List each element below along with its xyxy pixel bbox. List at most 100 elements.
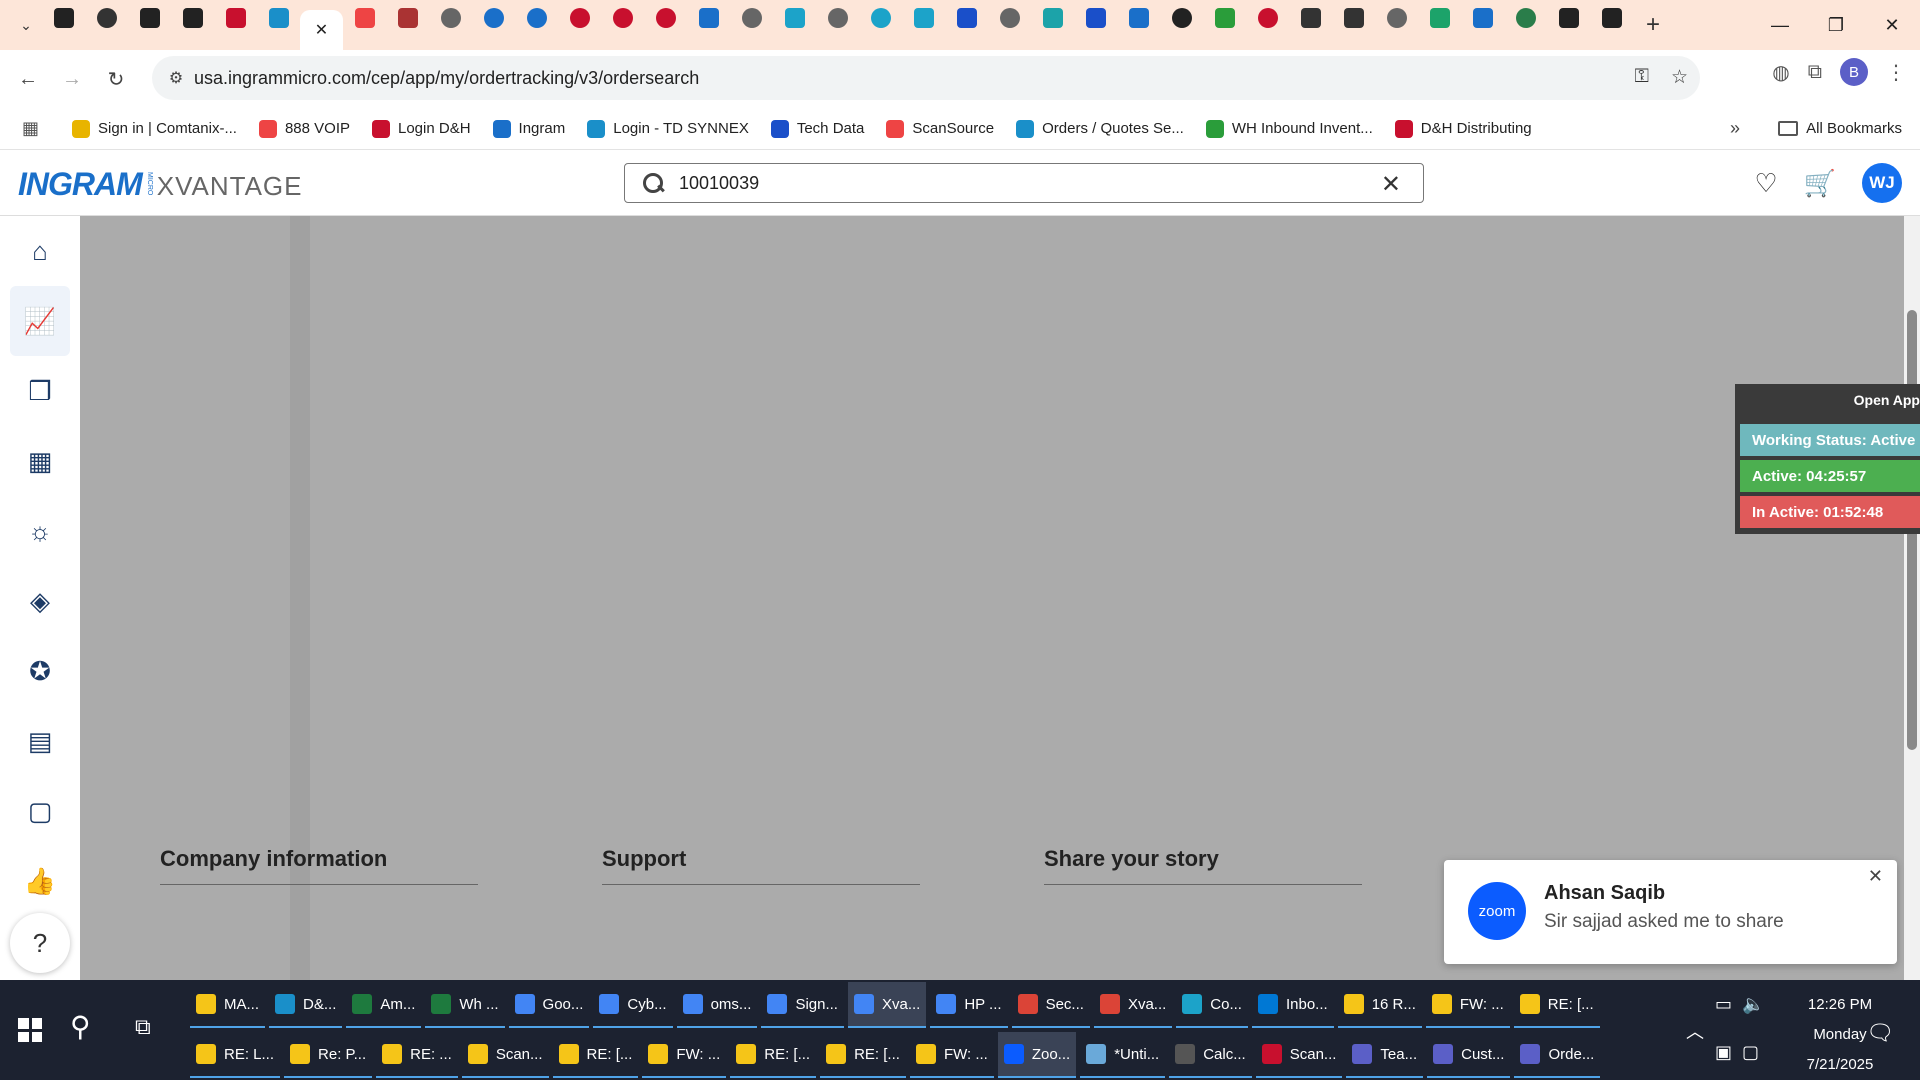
translate-globe-icon[interactable]: ◍ <box>1772 60 1789 85</box>
cart-icon[interactable]: 🛒 <box>1804 168 1836 199</box>
taskbar-app-button[interactable]: Scan... <box>461 1032 549 1078</box>
browser-tab[interactable] <box>859 0 902 36</box>
browser-tab[interactable] <box>1203 0 1246 36</box>
browser-tab[interactable] <box>85 0 128 36</box>
browser-tab[interactable] <box>171 0 214 36</box>
browser-tab[interactable] <box>1461 0 1504 36</box>
search-input[interactable] <box>679 172 1339 194</box>
taskbar-app-button[interactable]: Xva... <box>1093 982 1173 1028</box>
taskbar-app-button[interactable]: Sign... <box>761 982 844 1028</box>
sidebar-item-home[interactable]: ⌂ <box>0 216 80 286</box>
taskbar-app-button[interactable]: Xva... <box>847 982 927 1028</box>
task-view-icon[interactable]: ⧉ <box>135 1014 151 1040</box>
url-text[interactable]: usa.ingrammicro.com/cep/app/my/ordertrac… <box>194 68 699 89</box>
help-button[interactable]: ? <box>10 913 70 973</box>
browser-tab[interactable] <box>386 0 429 36</box>
browser-tab[interactable] <box>644 0 687 36</box>
taskbar-app-button[interactable]: RE: ... <box>376 1032 458 1078</box>
sidebar-item-thumbs-up[interactable]: 👍 <box>0 846 80 916</box>
user-avatar[interactable]: WJ <box>1862 163 1902 203</box>
open-app-button[interactable]: Open App <box>1854 392 1920 408</box>
bookmark-item[interactable]: Ingram <box>492 119 565 138</box>
search-icon[interactable] <box>641 171 665 195</box>
taskbar-app-button[interactable]: RE: [... <box>552 1032 639 1078</box>
back-button[interactable]: ← <box>6 59 50 99</box>
taskbar-app-button[interactable]: oms... <box>676 982 758 1028</box>
browser-tab[interactable] <box>1117 0 1160 36</box>
sidebar-item-stack[interactable]: ◈ <box>0 566 80 636</box>
browser-tab[interactable] <box>343 0 386 36</box>
battery-icon[interactable]: ▭ <box>1715 994 1732 1015</box>
taskbar-app-button[interactable]: Orde... <box>1514 1032 1601 1078</box>
sidebar-item-warehouse[interactable]: ▦ <box>0 426 80 496</box>
password-key-icon[interactable]: ⚿ <box>1634 66 1648 89</box>
browser-tab[interactable] <box>1547 0 1590 36</box>
clear-search-icon[interactable]: ✕ <box>1381 170 1401 199</box>
taskbar-app-button[interactable]: Scan... <box>1255 1032 1343 1078</box>
sidebar-item-calendar[interactable]: ▤ <box>0 706 80 776</box>
taskbar-app-button[interactable]: Re: P... <box>284 1032 373 1078</box>
taskbar-app-button[interactable]: Inbo... <box>1251 982 1334 1028</box>
zoom-notification[interactable]: zoom Ahsan Saqib Sir sajjad asked me to … <box>1444 860 1897 964</box>
taskbar-app-button[interactable]: RE: L... <box>190 1032 281 1078</box>
tab-search-chevron-icon[interactable]: ⌄ <box>10 9 42 41</box>
browser-tab[interactable] <box>472 0 515 36</box>
browser-tab[interactable] <box>128 0 171 36</box>
taskbar-app-button[interactable]: RE: [... <box>1513 982 1600 1028</box>
close-notification-icon[interactable]: ✕ <box>1868 866 1883 887</box>
page-scrollbar[interactable] <box>1904 216 1920 980</box>
taskbar-app-button[interactable]: FW: ... <box>909 1032 994 1078</box>
browser-tab[interactable] <box>1160 0 1203 36</box>
browser-tab[interactable] <box>687 0 730 36</box>
taskbar-search-icon[interactable]: ⚲ <box>70 1010 91 1043</box>
taskbar-app-button[interactable]: FW: ... <box>642 1032 727 1078</box>
taskbar-app-button[interactable]: *Unti... <box>1080 1032 1166 1078</box>
reload-button[interactable]: ↻ <box>94 59 138 99</box>
bookmark-item[interactable]: 888 VOIP <box>258 119 350 138</box>
browser-tab[interactable] <box>1504 0 1547 36</box>
taskbar-app-button[interactable]: Zoo... <box>997 1032 1077 1078</box>
browser-tab[interactable] <box>1246 0 1289 36</box>
browser-tab[interactable] <box>988 0 1031 36</box>
extensions-puzzle-icon[interactable]: ⧉ <box>1808 61 1822 84</box>
site-info-icon[interactable]: ⚙ <box>158 68 194 88</box>
browser-tab[interactable] <box>730 0 773 36</box>
bookmark-item[interactable]: Login - TD SYNNEX <box>587 119 749 138</box>
browser-tab[interactable] <box>1031 0 1074 36</box>
sidebar-item-analytics[interactable]: 📈 <box>10 286 70 356</box>
network-icon[interactable]: ▣ <box>1715 1042 1732 1063</box>
taskbar-app-button[interactable]: FW: ... <box>1425 982 1510 1028</box>
bookmark-item[interactable]: D&H Distributing <box>1394 119 1532 138</box>
start-button[interactable] <box>10 1010 50 1050</box>
browser-tab[interactable] <box>558 0 601 36</box>
all-bookmarks-button[interactable]: All Bookmarks <box>1778 120 1902 137</box>
new-tab-button[interactable]: + <box>1637 9 1669 41</box>
browser-tab[interactable] <box>1074 0 1117 36</box>
bookmark-item[interactable]: WH Inbound Invent... <box>1205 119 1373 138</box>
sidebar-item-lightbulb[interactable]: ☼ <box>0 496 80 566</box>
browser-tab[interactable] <box>945 0 988 36</box>
taskbar-app-button[interactable]: MA... <box>190 982 266 1028</box>
taskbar-app-button[interactable]: RE: [... <box>730 1032 817 1078</box>
taskbar-app-button[interactable]: Wh ... <box>425 982 505 1028</box>
sidebar-item-badge[interactable]: ✪ <box>0 636 80 706</box>
browser-tab[interactable] <box>429 0 472 36</box>
forward-button[interactable]: → <box>50 59 94 99</box>
browser-tab[interactable] <box>257 0 300 36</box>
browser-tab[interactable] <box>42 0 85 36</box>
browser-tab[interactable] <box>601 0 644 36</box>
sidebar-item-box[interactable]: ❒ <box>0 356 80 426</box>
taskbar-app-button[interactable]: Am... <box>346 982 422 1028</box>
bookmark-item[interactable]: Login D&H <box>372 119 471 138</box>
ingram-xvantage-logo[interactable]: INGRAM MICRO XVANTAGE <box>18 166 303 203</box>
taskbar-app-button[interactable]: Calc... <box>1169 1032 1252 1078</box>
favorites-heart-icon[interactable]: ♡ <box>1754 168 1777 199</box>
browser-tab[interactable] <box>1590 0 1633 36</box>
browser-tab[interactable] <box>1289 0 1332 36</box>
close-tab-icon[interactable]: ✕ <box>315 20 328 40</box>
taskbar-app-button[interactable]: Cust... <box>1427 1032 1511 1078</box>
browser-tab[interactable] <box>214 0 257 36</box>
browser-tab[interactable] <box>773 0 816 36</box>
browser-tab[interactable] <box>1375 0 1418 36</box>
taskbar-app-button[interactable]: Tea... <box>1346 1032 1424 1078</box>
